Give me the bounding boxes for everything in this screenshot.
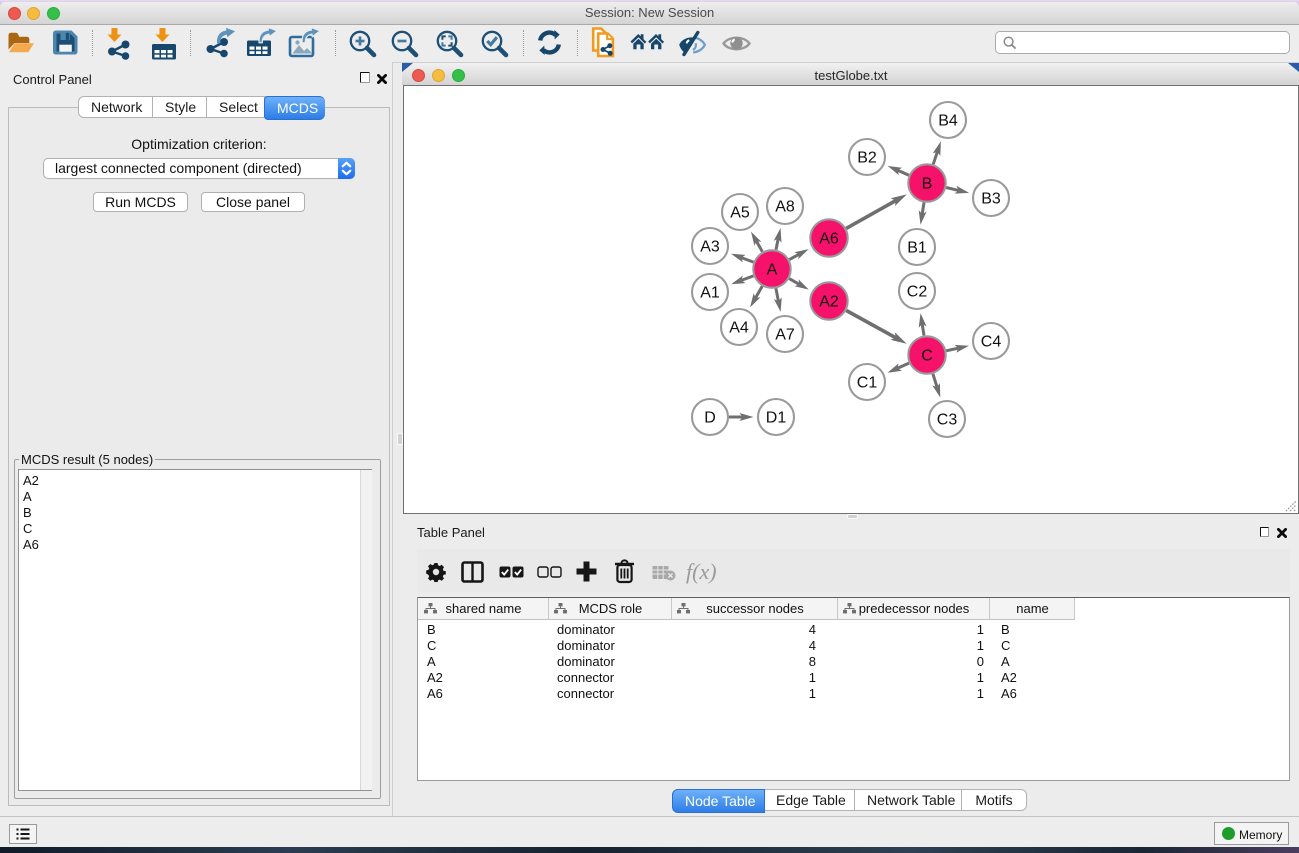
svg-text:B2: B2 (857, 150, 877, 167)
svg-text:C3: C3 (937, 412, 958, 429)
svg-text:A: A (767, 262, 778, 279)
svg-text:B: B (922, 176, 933, 193)
svg-text:D1: D1 (766, 410, 787, 427)
svg-text:A5: A5 (730, 205, 750, 222)
svg-text:C1: C1 (857, 375, 878, 392)
svg-text:C4: C4 (981, 334, 1002, 351)
svg-text:C: C (921, 348, 933, 365)
svg-text:D: D (704, 410, 716, 427)
svg-text:A4: A4 (729, 320, 749, 337)
svg-text:B3: B3 (981, 191, 1001, 208)
svg-text:A7: A7 (775, 327, 795, 344)
svg-text:C2: C2 (907, 284, 928, 301)
svg-text:B4: B4 (938, 113, 958, 130)
svg-text:A8: A8 (775, 199, 795, 216)
svg-text:B1: B1 (907, 240, 927, 257)
svg-text:A2: A2 (819, 294, 839, 311)
svg-text:A6: A6 (819, 231, 839, 248)
svg-text:A1: A1 (700, 285, 720, 302)
svg-text:A3: A3 (700, 239, 720, 256)
